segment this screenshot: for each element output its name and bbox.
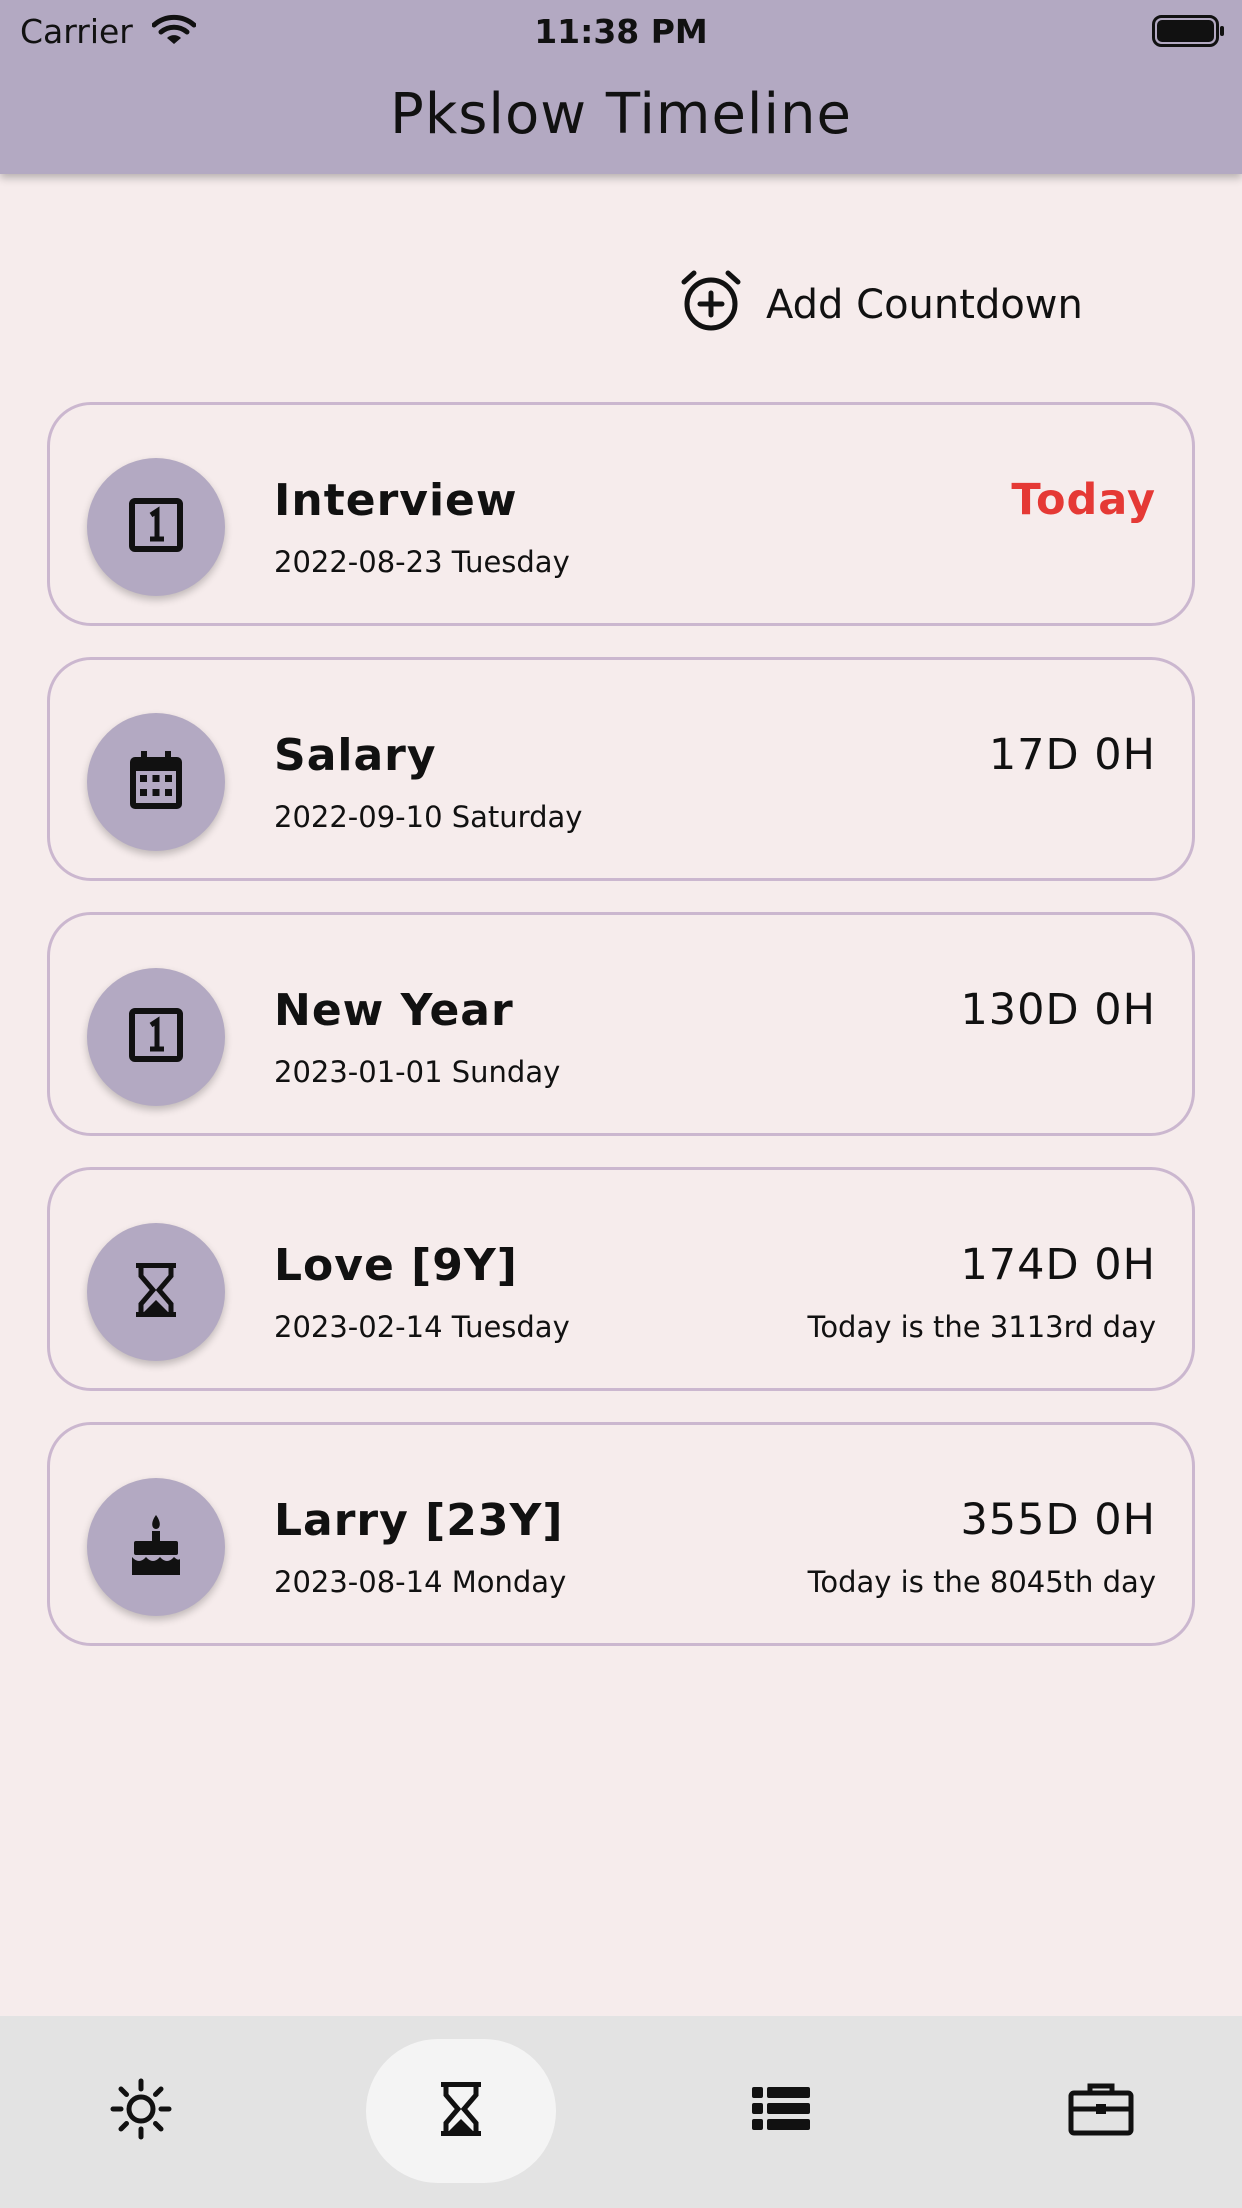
nav-item-tools[interactable]	[1006, 2039, 1196, 2183]
remaining-time: 17D 0H	[988, 730, 1156, 780]
remaining-time: 355D 0H	[960, 1495, 1156, 1545]
hourglass-icon	[134, 1261, 178, 1323]
event-name: Love [9Y]	[274, 1240, 518, 1291]
bottom-navigation	[0, 2016, 1242, 2208]
event-date: 2022-08-23 Tuesday	[274, 545, 570, 579]
calendar-month-icon	[127, 749, 185, 815]
page-title: Pkslow Timeline	[390, 82, 852, 147]
countdown-card[interactable]: Love [9Y] 2023-02-14 Tuesday 174D 0H Tod…	[47, 1167, 1195, 1391]
status-bar: Carrier 11:38 PM	[0, 8, 1242, 54]
hourglass-icon	[439, 2080, 483, 2142]
event-avatar	[87, 1223, 225, 1361]
event-date: 2023-08-14 Monday	[274, 1565, 567, 1599]
event-avatar	[87, 968, 225, 1106]
remaining-time: 174D 0H	[960, 1240, 1156, 1290]
event-date: 2022-09-10 Saturday	[274, 800, 583, 834]
event-date: 2023-02-14 Tuesday	[274, 1310, 570, 1344]
cake-icon	[128, 1513, 184, 1581]
elapsed-days: Today is the 3113rd day	[807, 1310, 1156, 1344]
add-countdown-button[interactable]: Add Countdown	[680, 270, 1083, 340]
event-avatar	[87, 458, 225, 596]
list-icon	[752, 2085, 810, 2137]
briefcase-icon	[1068, 2081, 1134, 2141]
add-countdown-label: Add Countdown	[766, 282, 1083, 328]
nav-item-countdown[interactable]	[366, 2039, 556, 2183]
battery-icon	[1152, 14, 1226, 56]
event-avatar	[87, 1478, 225, 1616]
event-name: Larry [23Y]	[274, 1495, 564, 1546]
calendar-one-icon	[128, 497, 184, 557]
nav-item-sun[interactable]	[46, 2039, 236, 2183]
event-name: Interview	[274, 475, 518, 526]
countdown-card[interactable]: New Year 2023-01-01 Sunday 130D 0H	[47, 912, 1195, 1136]
event-avatar	[87, 713, 225, 851]
countdown-card[interactable]: Interview 2022-08-23 Tuesday Today	[47, 402, 1195, 626]
countdown-list: Interview 2022-08-23 Tuesday Today Salar…	[47, 402, 1195, 1677]
alarm-add-icon	[680, 269, 742, 341]
status-time: 11:38 PM	[534, 12, 708, 51]
event-name: New Year	[274, 985, 514, 1036]
remaining-time: 130D 0H	[960, 985, 1156, 1035]
event-date: 2023-01-01 Sunday	[274, 1055, 561, 1089]
remaining-time: Today	[1011, 475, 1156, 525]
calendar-one-icon	[128, 1007, 184, 1067]
countdown-card[interactable]: Larry [23Y] 2023-08-14 Monday 355D 0H To…	[47, 1422, 1195, 1646]
event-name: Salary	[274, 730, 437, 781]
countdown-card[interactable]: Salary 2022-09-10 Saturday 17D 0H	[47, 657, 1195, 881]
sun-icon	[110, 2078, 172, 2144]
nav-item-list[interactable]	[686, 2039, 876, 2183]
app-bar: Carrier 11:38 PM Pkslow Timeline	[0, 0, 1242, 174]
elapsed-days: Today is the 8045th day	[807, 1565, 1156, 1599]
